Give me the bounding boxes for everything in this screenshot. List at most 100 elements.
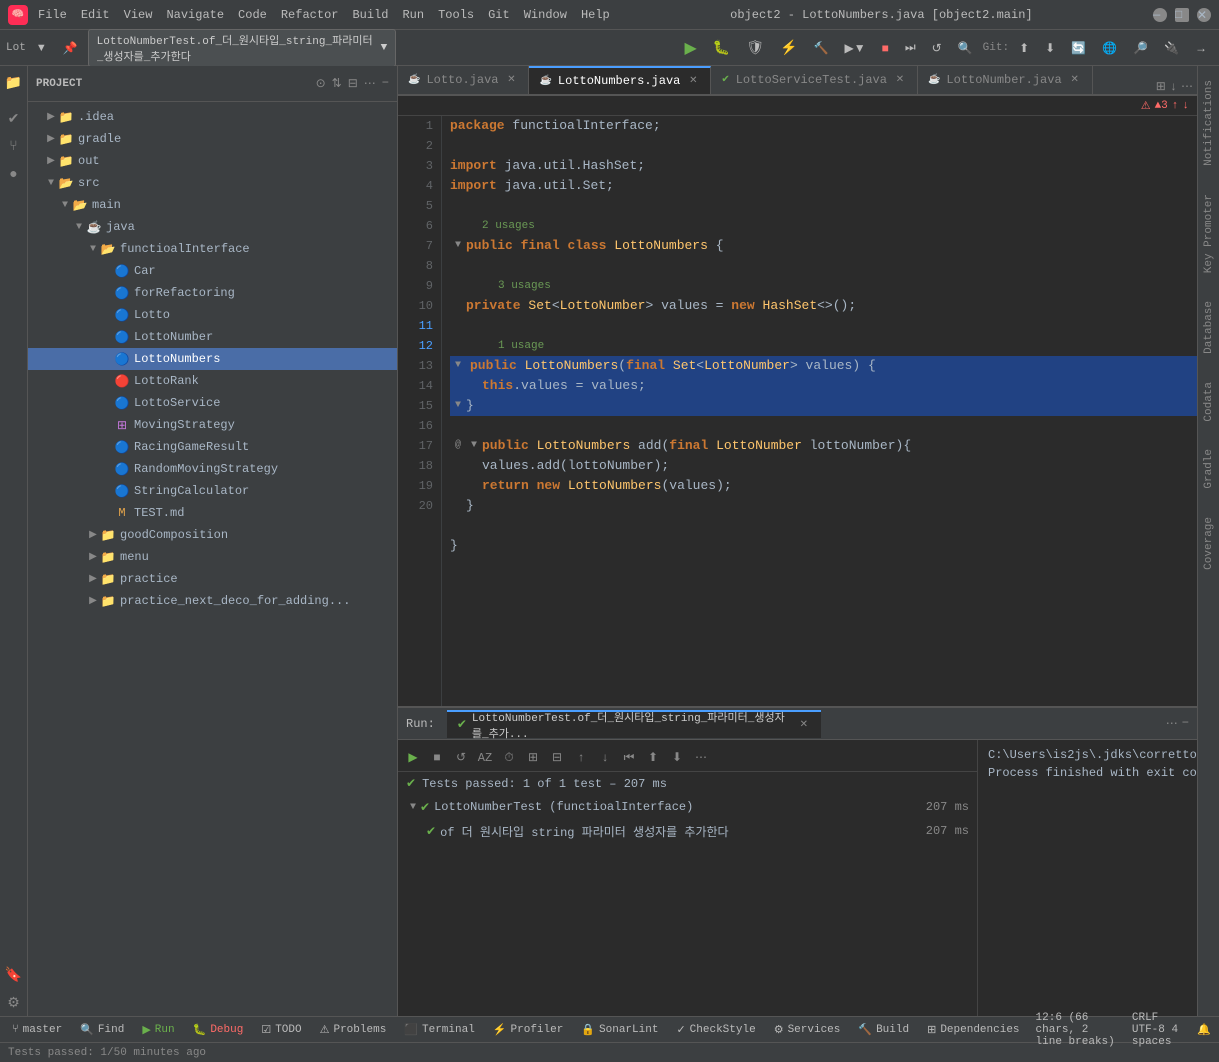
lot-dropdown[interactable]: ▼ [30,36,53,60]
menu-build[interactable]: Build [352,8,388,22]
sidebar-item-movingstrategy[interactable]: ⊞ MovingStrategy [28,414,397,436]
bottom-minimize-icon[interactable]: − [1182,716,1189,731]
activity-github[interactable]: ● [3,164,25,186]
tab-more-icon[interactable]: ⋯ [1181,79,1193,94]
menu-code[interactable]: Code [238,8,267,22]
menu-window[interactable]: Window [524,8,567,22]
sidebar-item-stringcalc[interactable]: 🔵 StringCalculator [28,480,397,502]
sidebar-item-lottonumbers[interactable]: 🔵 LottoNumbers [28,348,397,370]
menu-run[interactable]: Run [402,8,424,22]
menu-bar[interactable]: File Edit View Navigate Code Refactor Bu… [38,8,610,22]
keypromoter-panel[interactable]: Key Promoter [1201,180,1217,287]
sidebar-item-functioal[interactable]: ▼ 📂 functioalInterface [28,238,397,260]
export-button[interactable]: ⬆ [642,747,664,769]
activity-bookmarks[interactable]: 🔖 [3,964,25,986]
tab-scroll-down[interactable]: ↓ [1170,80,1177,94]
build-button[interactable]: 🔨 [808,36,835,60]
coverage-panel[interactable]: Coverage [1201,503,1217,584]
activity-settings[interactable]: ⚙ [3,992,25,1014]
plugin-button[interactable]: 🔌 [1158,36,1185,60]
find-status-button[interactable]: 🔍 Find [76,1021,128,1039]
minimize-button[interactable]: — [1153,8,1167,22]
lottoservicetest-tab-close[interactable]: ✕ [893,73,907,87]
build-status-button[interactable]: 🔨 Build [854,1021,913,1039]
code-editor[interactable]: 1 2 3 4 5 6 7 8 9 10 11 12 13 14 15 16 1 [398,116,1197,706]
sidebar-item-src[interactable]: ▼ 📂 src [28,172,397,194]
run-menu-button[interactable]: ▶▼ [838,36,871,60]
import-button[interactable]: ⬇ [666,747,688,769]
run-config-selector[interactable]: LottoNumberTest.of_더_원시타입_string_파라미터_생성… [88,29,397,67]
gradle-panel[interactable]: Gradle [1201,435,1217,503]
menu-file[interactable]: File [38,8,67,22]
test-suite-item[interactable]: ▼ ✔ LottoNumberTest (functioalInterface)… [398,795,977,819]
sidebar-item-practicenext[interactable]: ▶ 📁 practice_next_deco_for_adding... [28,590,397,612]
sidebar-item-lottorank[interactable]: 🔴 LottoRank [28,370,397,392]
sidebar-item-practice[interactable]: ▶ 📁 practice [28,568,397,590]
menu-tools[interactable]: Tools [438,8,474,22]
activity-commit[interactable]: ✔ [3,108,25,130]
close-button[interactable]: ✕ [1197,8,1211,22]
checkstyle-status-button[interactable]: ✓ CheckStyle [672,1021,759,1039]
nav-right-button[interactable]: → [1189,36,1213,60]
sidebar-item-car[interactable]: 🔵 Car [28,260,397,282]
todo-status-button[interactable]: ☑ TODO [257,1021,305,1039]
profile-button[interactable]: ⚡ [774,36,803,60]
tab-split-icon[interactable]: ⊞ [1156,79,1166,94]
bottom-tab-run[interactable]: ✔ LottoNumberTest.of_더_원시타입_string_파라미터_… [447,710,821,738]
codata-panel[interactable]: Codata [1201,368,1217,436]
sidebar-item-idea[interactable]: ▶ 📁 .idea [28,106,397,128]
menu-edit[interactable]: Edit [81,8,110,22]
translate-button[interactable]: 🌐 [1096,36,1123,60]
tab-lottonumbers[interactable]: ☕ LottoNumbers.java ✕ [529,66,711,94]
sidebar-item-main[interactable]: ▼ 📂 main [28,194,397,216]
git-pull[interactable]: ⬇ [1039,36,1061,60]
database-panel[interactable]: Database [1201,287,1217,368]
error-up[interactable]: ↑ [1172,100,1179,112]
git-push[interactable]: ⬆ [1013,36,1035,60]
lottonumber-tab-close[interactable]: ✕ [1068,73,1082,87]
run-status-button[interactable]: ▶ Run [138,1021,178,1039]
expand-all-button[interactable]: ⊞ [522,747,544,769]
test-case-item[interactable]: ✔ of 더 원시타입 string 파라미터 생성자를 추가한다 207 ms [398,819,977,843]
step-button[interactable]: ⏭ [899,36,922,60]
menu-navigate[interactable]: Navigate [166,8,224,22]
sidebar-minimize-icon[interactable]: − [382,76,389,91]
next-test-button[interactable]: ↓ [594,747,616,769]
sidebar-item-goodcomp[interactable]: ▶ 📁 goodComposition [28,524,397,546]
notification-icon[interactable]: 🔔 [1197,1023,1211,1037]
terminal-status-button[interactable]: ⬛ Terminal [400,1021,479,1039]
sidebar-item-java[interactable]: ▼ ☕ java [28,216,397,238]
menu-git[interactable]: Git [488,8,510,22]
error-down[interactable]: ↓ [1182,100,1189,112]
find-usages-button[interactable]: 🔎 [1127,36,1154,60]
maximize-button[interactable]: □ [1175,8,1189,22]
more-run-options[interactable]: ⋯ [690,747,712,769]
code-content[interactable]: package functioalInterface; import java.… [442,116,1197,706]
sidebar-expand-icon[interactable]: ⇅ [332,76,342,91]
fold-12[interactable]: ▼ [450,396,466,416]
sidebar-item-forrefactoring[interactable]: 🔵 forRefactoring [28,282,397,304]
sonarlint-status-button[interactable]: 🔒 SonarLint [577,1021,662,1039]
sidebar-item-menu[interactable]: ▶ 📁 menu [28,546,397,568]
menu-refactor[interactable]: Refactor [281,8,339,22]
fold-14[interactable]: ▼ [466,436,482,456]
debug-button[interactable]: 🐛 [707,36,736,60]
rerun-button[interactable]: ▶ [402,747,424,769]
lotto-tab-close[interactable]: ✕ [504,73,518,87]
profiler-status-button[interactable]: ⚡ Profiler [489,1021,568,1039]
problems-status-button[interactable]: ⚠ Problems [316,1021,391,1039]
search-everywhere-button[interactable]: 🔍 [952,36,979,60]
sort-alpha-button[interactable]: AZ [474,747,496,769]
bottom-tab-icons[interactable]: ⋯ − [1166,716,1189,731]
run-button[interactable]: ▶ [679,36,703,60]
history-button[interactable]: ⏮ [618,747,640,769]
menu-view[interactable]: View [124,8,153,22]
sidebar-item-lottoservice[interactable]: 🔵 LottoService [28,392,397,414]
sidebar-collapse-icon[interactable]: ⊟ [348,76,358,91]
bottom-tab-close[interactable]: ✕ [797,718,811,732]
sidebar-header-icons[interactable]: ⊙ ⇅ ⊟ ⋯ − [316,76,389,91]
sidebar-item-gradle[interactable]: ▶ 📁 gradle [28,128,397,150]
fold-6[interactable]: ▼ [450,236,466,256]
stop-button[interactable]: ■ [876,36,895,60]
sidebar-item-out[interactable]: ▶ 📁 out [28,150,397,172]
